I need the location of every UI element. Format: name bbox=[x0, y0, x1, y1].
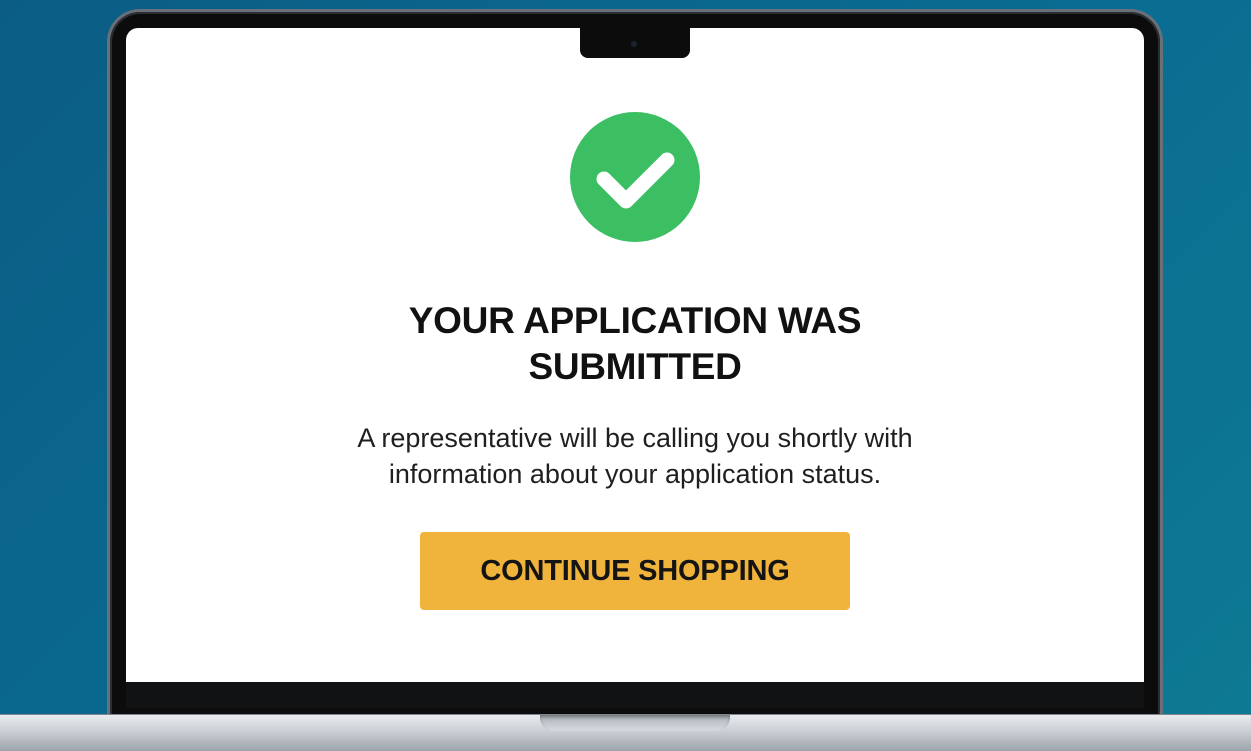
camera-notch bbox=[580, 28, 690, 58]
confirmation-message-line-2: information about your application statu… bbox=[388, 459, 882, 489]
continue-shopping-button[interactable]: CONTINUE SHOPPING bbox=[420, 532, 850, 610]
confirmation-panel: YOUR APPLICATION WAS SUBMITTED A represe… bbox=[126, 28, 1144, 682]
page-title: YOUR APPLICATION WAS SUBMITTED bbox=[126, 298, 1144, 390]
page-title-line-1: YOUR APPLICATION WAS bbox=[408, 300, 862, 341]
confirmation-message: A representative will be calling you sho… bbox=[126, 420, 1144, 492]
check-circle-icon bbox=[570, 112, 700, 242]
laptop-base-notch bbox=[540, 715, 730, 731]
laptop-frame: YOUR APPLICATION WAS SUBMITTED A represe… bbox=[110, 12, 1160, 722]
laptop-screen: YOUR APPLICATION WAS SUBMITTED A represe… bbox=[126, 28, 1144, 682]
laptop-base bbox=[0, 714, 1251, 751]
camera-icon bbox=[631, 41, 637, 47]
page-title-line-2: SUBMITTED bbox=[528, 346, 742, 387]
confirmation-message-line-1: A representative will be calling you sho… bbox=[357, 423, 913, 453]
screen-bottom-bezel bbox=[126, 682, 1144, 708]
